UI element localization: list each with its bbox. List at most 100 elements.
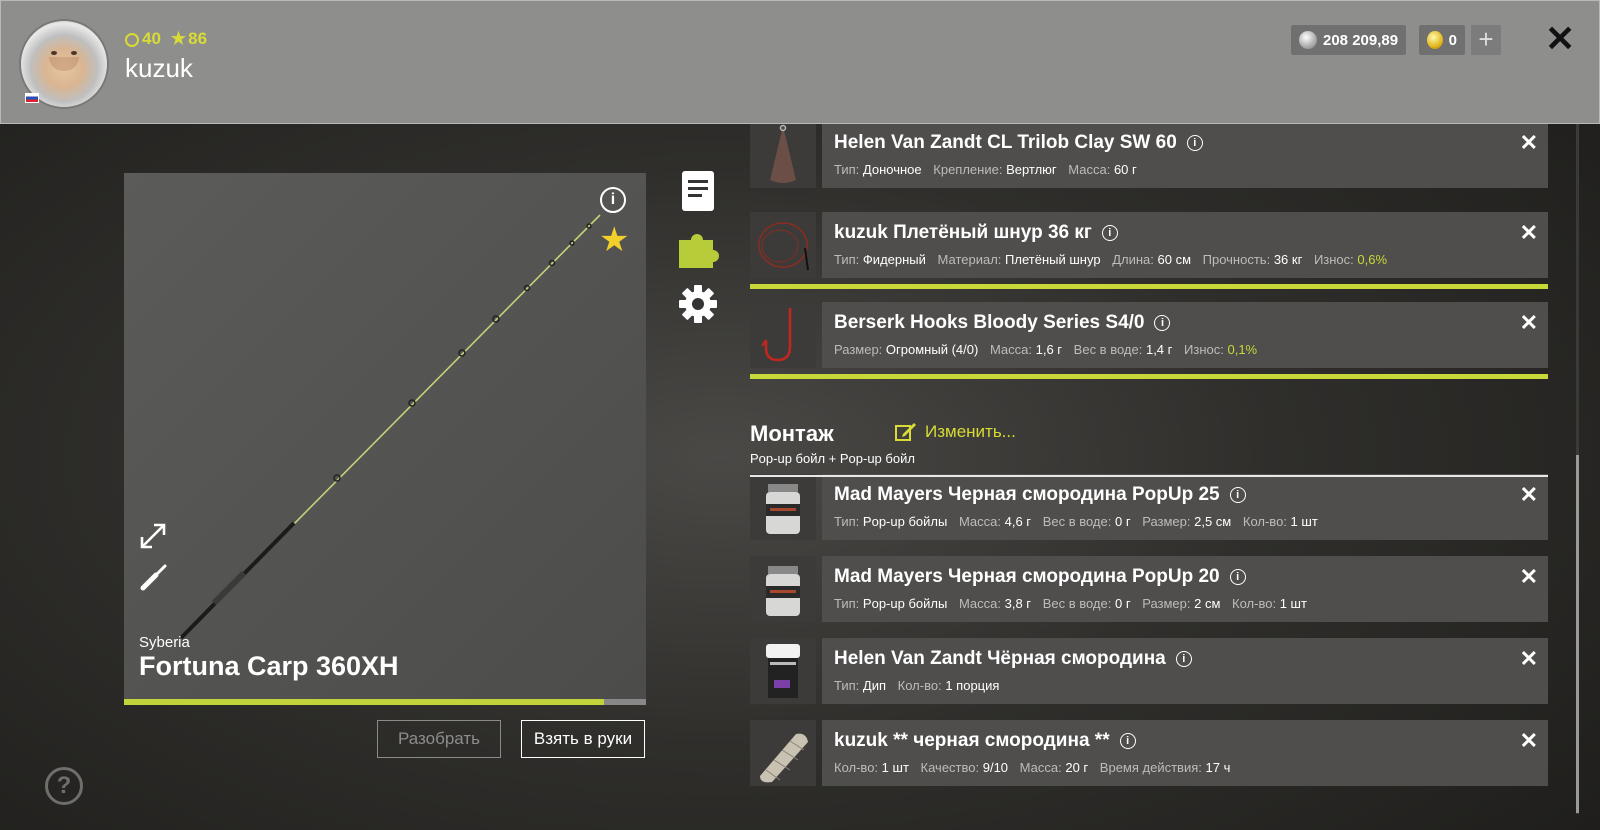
remove-item-icon[interactable]: ✕ [1520,220,1538,246]
rod-image [179,214,601,640]
prop-value: 2,5 см [1194,514,1232,529]
rod-brand: Syberia [139,634,190,651]
silver-coin-icon [1299,31,1317,49]
prop-label: Кол-во: [897,678,942,693]
prop-label: Качество: [920,760,980,775]
rod-assembly-icon[interactable] [138,563,168,593]
info-icon[interactable]: i [1186,135,1203,151]
pva-bag-thumbnail [750,720,816,786]
prop-label: Материал: [937,252,1002,267]
prop-label: Длина: [1112,252,1154,267]
prop-label: Тип: [834,162,860,177]
prop-label: Масса: [1019,760,1062,775]
hook-icon [761,308,792,362]
prop-label: Вес в воде: [1042,514,1112,529]
montage-subtitle: Pop-up бойл + Pop-up бойл [750,451,915,466]
edit-icon [895,423,916,441]
doc-line [688,194,702,197]
item-title-text: Mad Mayers Черная смородина PopUp 20 [834,566,1220,587]
disassemble-button[interactable]: Разобрать [377,720,501,758]
prop-value: 60 г [1113,162,1137,177]
bait-jar-thumbnail [750,474,816,540]
item-card: kuzuk ** черная смородина ** i Кол-во: 1 … [822,720,1548,786]
help-icon[interactable]: ? [45,767,83,805]
info-icon[interactable]: i [1175,651,1192,667]
tackle-list: Helen Van Zandt CL Trilob Clay SW 60 i Ти… [750,124,1548,830]
rod-info-icon[interactable]: i [600,187,626,213]
item-title: kuzuk ** черная смородина ** i [834,730,1136,752]
prop-value: Плетёный шнур [1005,252,1101,267]
rod-preview-panel: i ★ Syberia Fortuna Carp 360XH [124,173,646,699]
document-icon[interactable] [682,171,714,211]
rank-stat: ★ 86 [171,29,207,49]
prop-label: Износ: [1184,342,1224,357]
info-icon[interactable]: i [1154,315,1171,331]
dip-thumbnail [750,638,816,704]
remove-item-icon[interactable]: ✕ [1520,564,1538,590]
prop-value: 4,6 г [1004,514,1032,529]
prop-value: 1,4 г [1145,342,1173,357]
username: kuzuk [125,53,193,83]
remove-item-icon[interactable]: ✕ [1520,728,1538,754]
star-small-icon: ★ [170,29,187,48]
fishing-line-icon [758,222,809,271]
item-card: Helen Van Zandt Чёрная смородина i Тип: Д… [822,638,1548,704]
prop-value: Огромный (4/0) [885,342,979,357]
item-props: Тип: Pop-up бойлы Масса: 3,8 г Вес в вод… [834,596,1315,611]
take-in-hands-button[interactable]: Взять в руки [521,720,645,758]
list-item[interactable]: kuzuk ** черная смородина ** i Кол-во: 1 … [750,720,1548,786]
level-icon [125,32,139,47]
info-icon[interactable]: i [1229,487,1246,503]
info-icon[interactable]: i [1229,569,1246,585]
add-gold-button[interactable]: + [1471,25,1501,55]
info-icon[interactable]: i [1119,733,1136,749]
montage-title: Монтаж [750,421,834,446]
prop-label: Масса: [1068,162,1111,177]
wear-value: 0,1% [1227,342,1258,357]
edit-montage-label: Изменить... [925,422,1016,441]
scrollbar-thumb[interactable] [1576,455,1579,813]
list-item[interactable]: Berserk Hooks Bloody Series S4/0 i Размер… [750,302,1548,368]
item-props: Тип: Pop-up бойлы Масса: 4,6 г Вес в вод… [834,514,1326,529]
prop-value: 1 порция [945,678,1000,693]
rod-durability-fill [124,699,605,705]
item-props: Тип: Фидерный Материал: Плетёный шнур Дл… [834,252,1395,267]
favorite-star-icon[interactable]: ★ [599,223,629,257]
silver-wallet: 208 209,89 [1291,25,1407,55]
list-item[interactable]: Helen Van Zandt Чёрная смородина i Тип: Д… [750,638,1548,704]
prop-value: 3,8 г [1004,596,1032,611]
wear-value: 0,6% [1357,252,1388,267]
remove-item-icon[interactable]: ✕ [1520,130,1538,156]
dip-bottle-icon [766,644,800,698]
item-card: Mad Mayers Черная смородина PopUp 20 i Ти… [822,556,1548,622]
hook-durability-bar [750,374,1548,379]
prop-label: Вес в воде: [1073,342,1143,357]
prop-value: 60 см [1157,252,1192,267]
prop-value: Вертлюг [1006,162,1057,177]
edit-montage-link[interactable]: Изменить... [895,422,1016,442]
list-item[interactable]: Mad Mayers Черная смородина PopUp 25 i Ти… [750,474,1548,540]
close-icon[interactable]: ✕ [1545,21,1575,57]
prop-label: Тип: [834,514,860,529]
settings-gear-icon[interactable] [678,284,718,324]
player-stats: 40 ★ 86 [125,29,207,49]
list-item[interactable]: kuzuk Плетёный шнур 36 кг i Тип: Фидерный… [750,212,1548,278]
item-props: Тип: Доночное Крепление: Вертлюг Масса: … [834,162,1145,177]
item-title-text: Helen Van Zandt CL Trilob Clay SW 60 [834,132,1177,153]
remove-item-icon[interactable]: ✕ [1520,310,1538,336]
prop-value: 9/10 [982,760,1009,775]
item-title-text: Helen Van Zandt Чёрная смородина [834,648,1166,669]
expand-icon[interactable] [138,521,168,551]
puzzle-icon[interactable] [677,228,721,270]
remove-item-icon[interactable]: ✕ [1520,482,1538,508]
level-value: 40 [142,29,161,48]
list-item[interactable]: Mad Mayers Черная смородина PopUp 20 i Ти… [750,556,1548,622]
remove-item-icon[interactable]: ✕ [1520,646,1538,672]
prop-label: Время действия: [1099,760,1202,775]
prop-value: 0 г [1114,514,1131,529]
list-item[interactable]: Helen Van Zandt CL Trilob Clay SW 60 i Ти… [750,124,1548,188]
level-stat: 40 [125,29,161,49]
line-durability-bar [750,284,1548,289]
gold-coin-icon [1427,31,1443,49]
info-icon[interactable]: i [1101,225,1118,241]
